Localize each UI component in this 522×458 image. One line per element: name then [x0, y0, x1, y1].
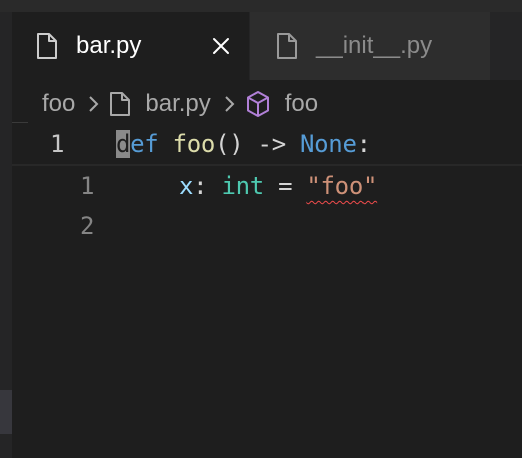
side-panel-highlight	[0, 390, 12, 434]
title-strip	[0, 0, 522, 12]
tab-init-py[interactable]: __init__.py	[250, 12, 490, 80]
quote-close: "	[362, 172, 378, 200]
tab-bar-py[interactable]: bar.py	[12, 12, 249, 80]
keyword-token: ef	[130, 130, 159, 158]
type-token: int	[221, 172, 264, 200]
parens-token: ()	[215, 130, 244, 158]
editor-window: bar.py __init__.py foo bar.py foo 1 def …	[0, 0, 522, 458]
breadcrumb-file[interactable]: bar.py	[109, 90, 211, 118]
text-cursor: d	[116, 130, 131, 158]
tab-label: __init__.py	[316, 32, 433, 59]
chevron-right-icon	[89, 96, 99, 112]
assign-token: =	[263, 172, 307, 200]
variable-token: x	[179, 172, 194, 200]
line-number: 1	[50, 130, 65, 158]
code-editor[interactable]: 1 def foo() -> None: 1 x: int = "foo" 2	[12, 124, 522, 458]
arrow-token: ->	[243, 130, 300, 158]
breadcrumb: foo bar.py foo	[12, 82, 522, 126]
sticky-scroll-line[interactable]: 1 def foo() -> None:	[12, 124, 522, 166]
return-type-token: None	[300, 130, 357, 158]
code-line[interactable]: x: int = "foo"	[179, 166, 377, 206]
code-line[interactable]: def foo() -> None:	[116, 124, 371, 164]
chevron-right-icon	[225, 96, 235, 112]
line-number: 1	[80, 172, 95, 200]
breadcrumb-folder[interactable]: foo	[42, 90, 75, 118]
quote-open: "	[306, 172, 321, 200]
breadcrumb-file-label: bar.py	[145, 90, 211, 117]
symbol-method-icon	[246, 91, 269, 117]
tab-label: bar.py	[76, 32, 142, 59]
string-error-token[interactable]: "foo"	[306, 172, 377, 200]
divider	[12, 122, 28, 123]
string-token: foo	[320, 172, 364, 200]
breadcrumb-symbol-label: foo	[284, 90, 319, 117]
side-panel-edge	[0, 12, 12, 458]
breadcrumb-symbol[interactable]: foo	[245, 90, 318, 118]
colon-token: :	[356, 130, 371, 158]
tab-bar: bar.py __init__.py	[12, 12, 522, 80]
file-icon	[110, 92, 131, 116]
close-icon[interactable]	[211, 36, 231, 56]
file-icon	[37, 33, 57, 59]
colon-token: :	[193, 172, 222, 200]
line-number: 2	[80, 212, 95, 240]
file-icon	[277, 33, 297, 59]
function-name-token: foo	[172, 130, 216, 158]
